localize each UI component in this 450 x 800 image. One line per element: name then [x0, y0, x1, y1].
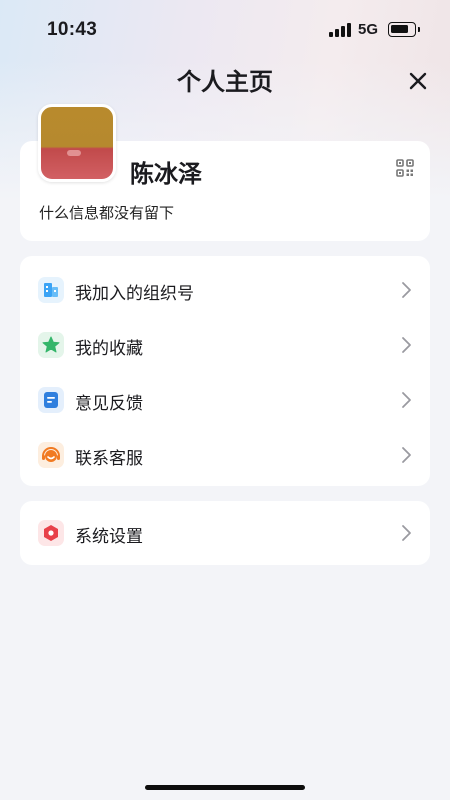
settings-card: 系统设置: [20, 501, 430, 565]
network-type: 5G: [358, 21, 379, 38]
battery-icon: [388, 22, 420, 37]
chevron-right-icon: [402, 392, 411, 408]
user-name: 陈冰泽: [130, 160, 202, 188]
qr-code-icon: [396, 159, 414, 177]
menu-item-label: 我加入的组织号: [75, 284, 194, 304]
menu-item-settings[interactable]: 系统设置: [20, 505, 430, 560]
avatar[interactable]: [38, 104, 116, 182]
star-icon: [38, 332, 64, 358]
home-indicator[interactable]: [145, 785, 305, 790]
qr-code-button[interactable]: [396, 159, 414, 177]
settings-hexagon-icon: [38, 520, 64, 546]
menu-item-label: 意见反馈: [75, 394, 143, 414]
status-bar: 10:43 5G: [0, 0, 450, 60]
menu-card: 我加入的组织号 我的收藏 意见反馈 联系客服: [20, 256, 430, 486]
menu-item-customer-service[interactable]: 联系客服: [20, 427, 430, 482]
close-icon: [409, 72, 427, 90]
building-icon: [38, 277, 64, 303]
feedback-icon: [38, 387, 64, 413]
menu-item-label: 系统设置: [75, 527, 143, 547]
close-button[interactable]: [405, 68, 431, 94]
chevron-right-icon: [402, 337, 411, 353]
menu-item-organizations[interactable]: 我加入的组织号: [20, 262, 430, 317]
chevron-right-icon: [402, 282, 411, 298]
status-time: 10:43: [47, 19, 98, 40]
chevron-right-icon: [402, 525, 411, 541]
user-bio: 什么信息都没有留下: [39, 204, 175, 222]
chevron-right-icon: [402, 447, 411, 463]
menu-item-label: 我的收藏: [75, 339, 143, 359]
headset-icon: [38, 442, 64, 468]
menu-item-label: 联系客服: [75, 449, 143, 469]
menu-item-favorites[interactable]: 我的收藏: [20, 317, 430, 372]
menu-item-feedback[interactable]: 意见反馈: [20, 372, 430, 427]
signal-icon: [329, 23, 351, 37]
page-title: 个人主页: [177, 68, 273, 96]
